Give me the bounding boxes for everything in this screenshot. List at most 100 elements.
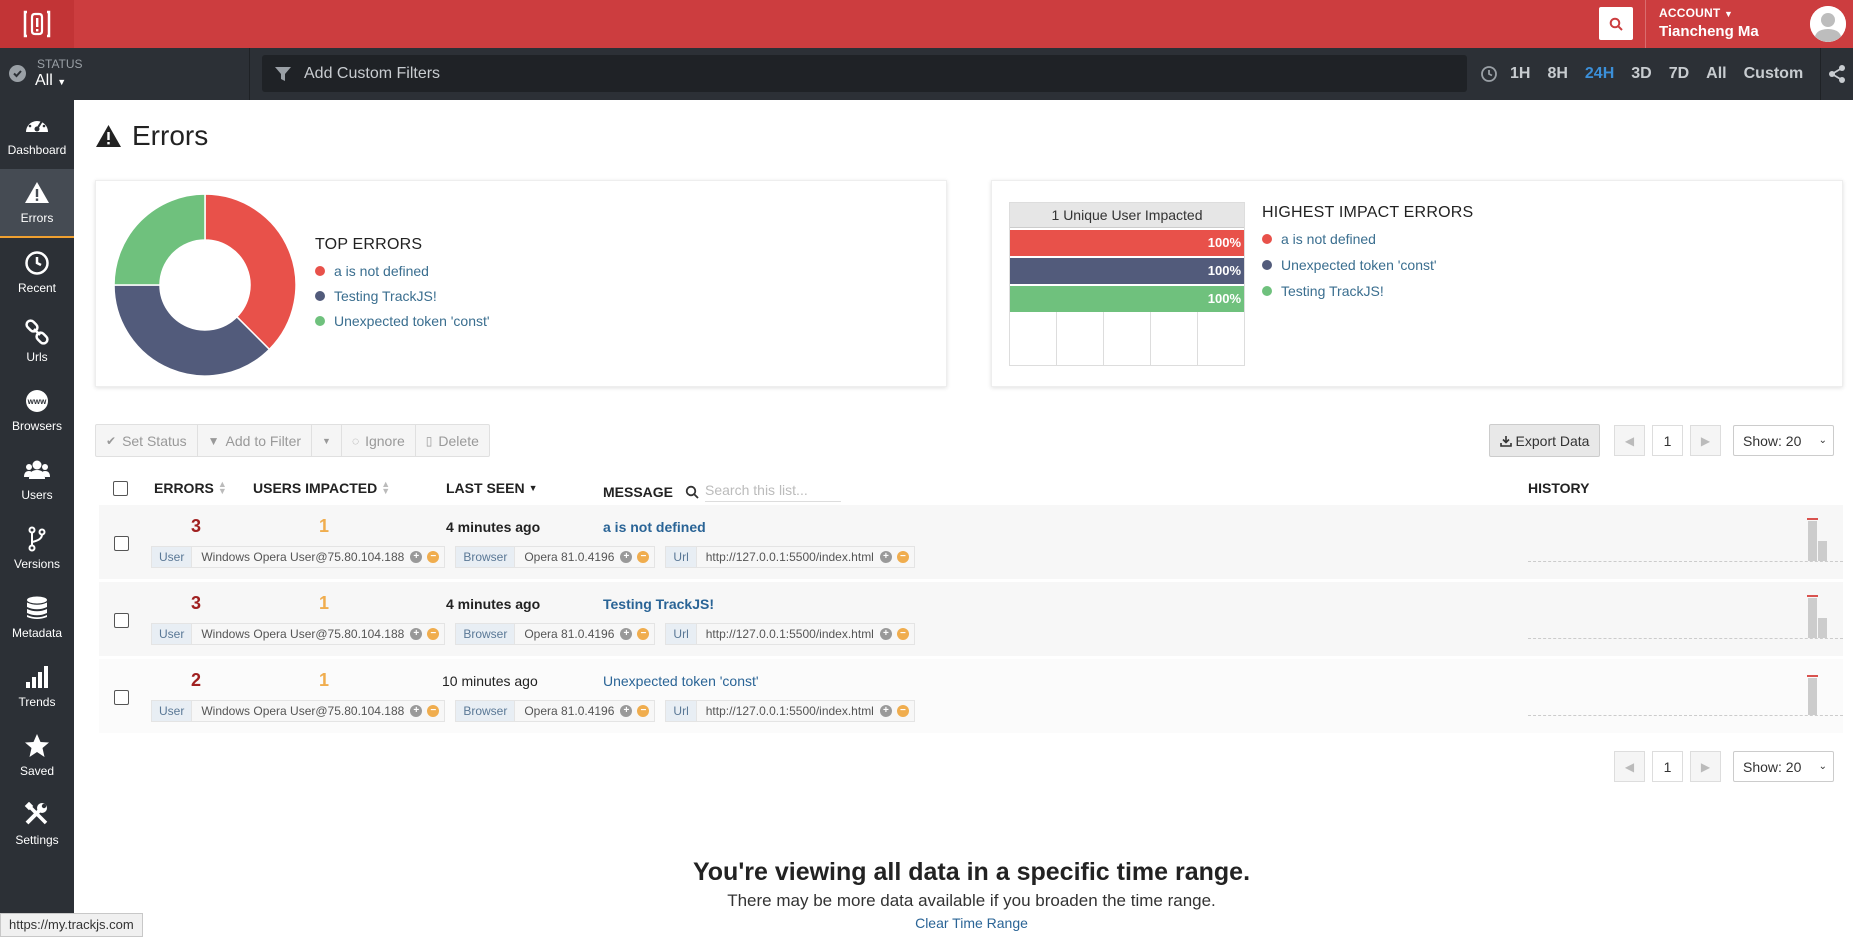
status-filter[interactable]: STATUS All ▼	[0, 48, 250, 100]
sidebar-item-label: Errors	[20, 211, 54, 225]
add-to-filter-dropdown[interactable]: ▼	[312, 425, 342, 456]
page-size-select[interactable]: Show: 20 ⌄	[1733, 425, 1834, 456]
add-filter-icon[interactable]: +	[410, 551, 423, 563]
add-filter-icon[interactable]: +	[620, 705, 633, 717]
user-tag: User Windows Opera User@75.80.104.188 + −	[151, 623, 446, 645]
list-search-input[interactable]: Search this list...	[705, 482, 842, 502]
logo-icon	[23, 10, 51, 38]
last-seen: 10 minutes ago	[442, 673, 538, 689]
table-row[interactable]: 2 1 10 minutes ago Unexpected token 'con…	[99, 659, 1843, 733]
add-filter-icon[interactable]: +	[410, 705, 423, 717]
exclude-filter-icon[interactable]: −	[427, 705, 440, 717]
exclude-filter-icon[interactable]: −	[896, 705, 909, 717]
sidebar-item-users[interactable]: Users	[0, 445, 74, 514]
notice-subtext: There may be more data available if you …	[727, 891, 1216, 910]
error-message-link[interactable]: Testing TrackJS!	[603, 596, 714, 612]
time-range-7d[interactable]: 7D	[1669, 65, 1689, 83]
sidebar-item-dashboard[interactable]: Dashboard	[0, 100, 74, 169]
caret-down-icon: ▼	[322, 435, 331, 446]
exclude-filter-icon[interactable]: −	[637, 705, 650, 717]
column-last-seen[interactable]: LAST SEEN ▼	[446, 480, 538, 496]
exclude-filter-icon[interactable]: −	[427, 551, 440, 563]
donut-slice[interactable]	[204, 194, 296, 351]
tag-key: Browser	[456, 701, 516, 721]
page-number[interactable]: 1	[1652, 751, 1683, 782]
time-range-all[interactable]: All	[1706, 65, 1726, 83]
exclude-filter-icon[interactable]: −	[896, 551, 909, 563]
share-button[interactable]	[1820, 48, 1853, 100]
add-filter-icon[interactable]: +	[879, 551, 892, 563]
ignore-label: Ignore	[365, 432, 405, 449]
list-search[interactable]: Search this list...	[685, 482, 842, 502]
users-impacted-count: 1	[318, 670, 329, 690]
column-errors[interactable]: ERRORS ▲ ▼	[154, 480, 227, 497]
column-label: USERS IMPACTED	[253, 480, 378, 496]
custom-filter-input[interactable]: Add Custom Filters	[262, 55, 1467, 92]
prev-page-button[interactable]: ◀	[1614, 425, 1645, 456]
next-page-button[interactable]: ▶	[1690, 751, 1721, 782]
exclude-filter-icon[interactable]: −	[637, 551, 650, 563]
trackjs-logo[interactable]	[0, 0, 74, 48]
time-range-8h[interactable]: 8H	[1547, 65, 1567, 83]
exclude-filter-icon[interactable]: −	[896, 628, 909, 640]
error-message-link[interactable]: Unexpected token 'const'	[603, 673, 759, 689]
time-range-custom[interactable]: Custom	[1744, 65, 1804, 83]
error-message-link[interactable]: a is not defined	[603, 519, 706, 535]
sidebar-item-urls[interactable]: Urls	[0, 307, 74, 376]
next-page-button[interactable]: ▶	[1690, 425, 1721, 456]
time-range-3d[interactable]: 3D	[1631, 65, 1651, 83]
legend-item[interactable]: Testing TrackJS!	[1262, 283, 1473, 299]
sort-desc-icon: ▼	[528, 483, 538, 493]
time-range-1h[interactable]: 1H	[1510, 65, 1530, 83]
add-filter-icon[interactable]: +	[410, 628, 423, 640]
chevron-right-icon: ▶	[1700, 759, 1711, 774]
page-number[interactable]: 1	[1652, 425, 1683, 456]
clear-time-range-link[interactable]: Clear Time Range	[500, 915, 1443, 931]
sidebar-item-recent[interactable]: Recent	[0, 238, 74, 307]
add-filter-icon[interactable]: +	[879, 705, 892, 717]
exclude-filter-icon[interactable]: −	[427, 628, 440, 640]
prev-page-button[interactable]: ◀	[1614, 751, 1645, 782]
sidebar-item-label: Settings	[15, 833, 59, 847]
table-row[interactable]: 3 1 4 minutes ago a is not defined User W…	[99, 505, 1843, 579]
row-checkbox[interactable]	[114, 536, 129, 551]
user-avatar-icon	[1810, 6, 1846, 42]
dashboard-icon	[26, 117, 48, 132]
legend-item[interactable]: Unexpected token 'const'	[1262, 257, 1473, 273]
sidebar-item-trends[interactable]: Trends	[0, 652, 74, 721]
account-menu[interactable]: ACCOUNT ▼ Tiancheng Ma	[1659, 6, 1759, 40]
add-filter-icon[interactable]: +	[620, 628, 633, 640]
donut-slice[interactable]	[114, 284, 271, 376]
legend-item[interactable]: a is not defined	[315, 263, 490, 279]
sidebar-item-browsers[interactable]: www Browsers	[0, 376, 74, 445]
time-range-24h[interactable]: 24H	[1585, 65, 1614, 83]
set-status-button[interactable]: ✔ Set Status	[96, 425, 198, 456]
tag-key: Url	[666, 701, 697, 721]
sidebar-item-settings[interactable]: Settings	[0, 790, 74, 859]
export-data-button[interactable]: Export Data	[1489, 424, 1600, 457]
sidebar-item-saved[interactable]: Saved	[0, 721, 74, 790]
add-filter-icon[interactable]: +	[879, 628, 892, 640]
avatar[interactable]	[1810, 6, 1846, 42]
caret-down-icon: ▼	[1723, 9, 1734, 19]
ignore-button[interactable]: ◌ Ignore	[342, 425, 416, 456]
table-row[interactable]: 3 1 4 minutes ago Testing TrackJS! User W…	[99, 582, 1843, 656]
legend-item[interactable]: Testing TrackJS!	[315, 288, 490, 304]
add-to-filter-button[interactable]: ▼ Add to Filter	[198, 425, 313, 456]
sidebar-item-metadata[interactable]: Metadata	[0, 583, 74, 652]
legend-item[interactable]: a is not defined	[1262, 231, 1473, 247]
select-all-checkbox[interactable]	[113, 481, 128, 496]
donut-slice[interactable]	[114, 194, 206, 286]
search-button[interactable]	[1599, 7, 1633, 40]
row-checkbox[interactable]	[114, 613, 129, 628]
exclude-filter-icon[interactable]: −	[637, 628, 650, 640]
add-filter-icon[interactable]: +	[620, 551, 633, 563]
sidebar-item-versions[interactable]: Versions	[0, 514, 74, 583]
sidebar-item-errors[interactable]: Errors	[0, 169, 74, 238]
clock-icon	[25, 251, 49, 275]
legend-item[interactable]: Unexpected token 'const'	[315, 313, 490, 329]
delete-button[interactable]: ▯ Delete	[416, 425, 489, 456]
page-size-select[interactable]: Show: 20 ⌄	[1733, 751, 1834, 782]
column-users-impacted[interactable]: USERS IMPACTED ▲ ▼	[253, 480, 390, 497]
row-checkbox[interactable]	[114, 690, 129, 705]
